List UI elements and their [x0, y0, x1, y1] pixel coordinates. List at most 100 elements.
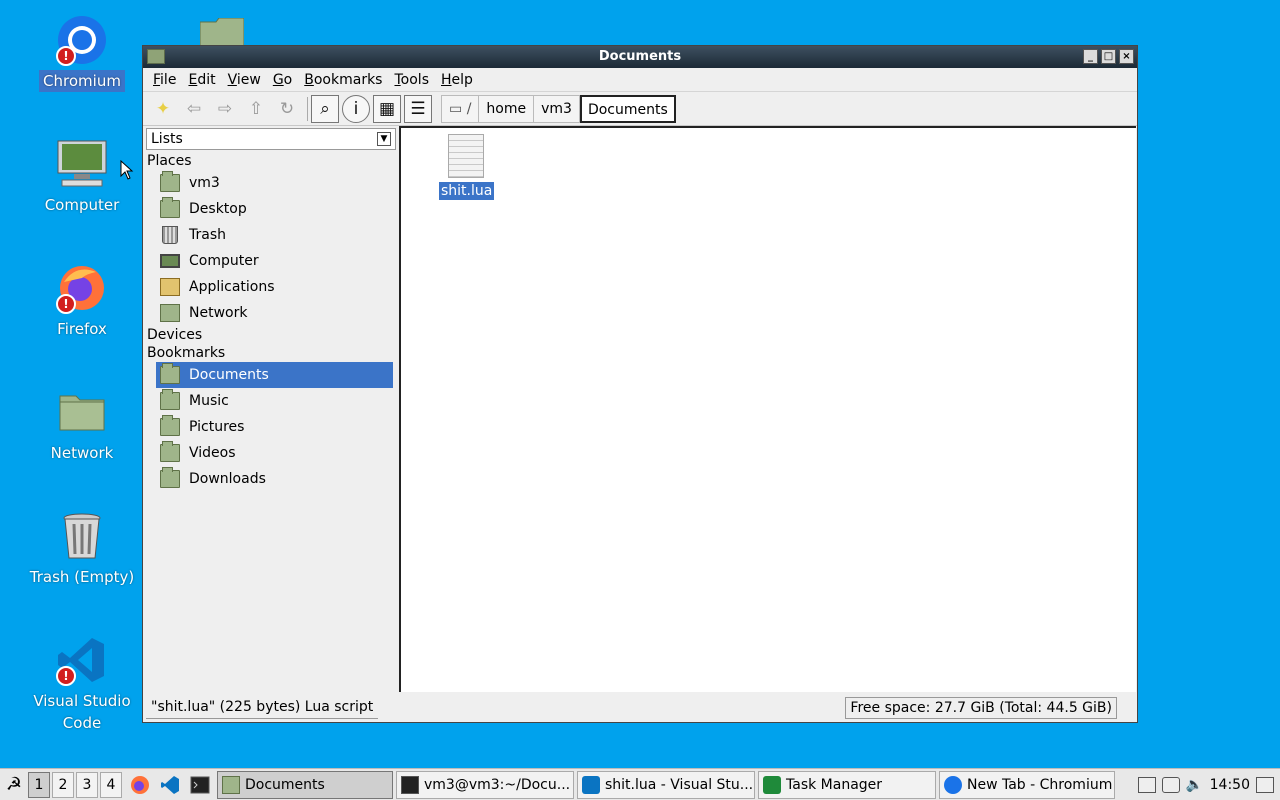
- sidebar-item-downloads[interactable]: Downloads: [143, 466, 393, 492]
- network-folder-icon: [56, 386, 108, 438]
- home-folder-icon: [160, 171, 180, 192]
- task-terminal[interactable]: vm3@vm3:~/Docu...: [396, 770, 574, 799]
- computer-icon: [56, 138, 108, 190]
- menu-file[interactable]: File: [153, 72, 176, 88]
- firefox-icon[interactable]: [126, 771, 154, 799]
- menu-bookmarks[interactable]: Bookmarks: [304, 72, 382, 88]
- icon-view-icon[interactable]: ▦: [373, 94, 401, 123]
- menu-tools[interactable]: Tools: [394, 72, 429, 88]
- minimize-button[interactable]: _: [1083, 49, 1098, 64]
- task-vscode[interactable]: shit.lua - Visual Stu...: [577, 770, 755, 799]
- menu-go[interactable]: Go: [273, 72, 292, 88]
- status-selection-info: "shit.lua" (225 bytes) Lua script: [146, 697, 379, 719]
- file-pane[interactable]: shit.lua: [399, 126, 1136, 692]
- toolbar: ✦ ⇦ ⇨ ⇧ ↻ ⌕ i ▦ ☰ ▭ / home vm3 Documents: [143, 92, 1137, 126]
- task-task-manager[interactable]: Task Manager: [758, 770, 936, 799]
- desktop-icon-label: Chromium: [39, 70, 125, 92]
- list-view-icon[interactable]: ☰: [404, 94, 432, 123]
- computer-icon: [160, 254, 180, 268]
- desktop-icon-firefox[interactable]: ! Firefox: [22, 262, 142, 340]
- folder-icon: [147, 49, 165, 64]
- statusbar: "shit.lua" (225 bytes) Lua script Free s…: [143, 692, 1137, 722]
- menu-view[interactable]: View: [228, 72, 261, 88]
- drive-icon: ▭: [449, 100, 463, 117]
- breadcrumb-home[interactable]: home: [479, 94, 535, 123]
- places-heading: Places: [147, 153, 192, 169]
- terminal-icon: [401, 775, 419, 794]
- workspace-3-button[interactable]: 3: [76, 771, 98, 798]
- home-folder-desktop-icon[interactable]: [199, 17, 245, 47]
- sidebar-item-desktop[interactable]: Desktop: [143, 196, 393, 222]
- sidebar-item-videos[interactable]: Videos: [143, 440, 393, 466]
- menu-help[interactable]: Help: [441, 72, 473, 88]
- sidebar-item-documents[interactable]: Documents: [156, 362, 393, 388]
- sidebar-item-pictures[interactable]: Pictures: [143, 414, 393, 440]
- desktop-icon-label: Firefox: [57, 320, 107, 338]
- vscode-icon: !: [56, 634, 108, 686]
- keyboard-layout-icon[interactable]: [1137, 776, 1156, 793]
- devices-heading: Devices: [147, 327, 203, 343]
- breadcrumb-root[interactable]: ▭ /: [441, 94, 480, 123]
- drive-icon[interactable]: [1161, 776, 1180, 793]
- sidebar-mode-select[interactable]: Lists ▼: [146, 128, 396, 150]
- logout-icon[interactable]: [1256, 776, 1274, 793]
- sidebar: Lists ▼ Places vm3 Desktop Trash Compute…: [143, 126, 399, 692]
- terminal-icon[interactable]: [186, 771, 214, 799]
- chevron-down-icon: ▼: [377, 132, 391, 146]
- desktop-icon-trash[interactable]: Trash (Empty): [22, 510, 142, 588]
- desktop-icon-label: Computer: [44, 196, 120, 214]
- file-manager-window: Documents _ □ × File Edit View Go Bookma…: [142, 45, 1138, 723]
- reload-icon[interactable]: ↻: [273, 95, 301, 123]
- downloads-folder-icon: [160, 467, 180, 488]
- window-title: Documents: [598, 49, 682, 64]
- network-icon: [160, 304, 180, 322]
- workspace-4-button[interactable]: 4: [100, 771, 122, 798]
- vscode-icon[interactable]: [156, 771, 184, 799]
- applications-icon: [160, 278, 180, 296]
- workspace-1-button[interactable]: 1: [28, 771, 50, 798]
- maximize-button[interactable]: □: [1101, 49, 1116, 64]
- pictures-folder-icon: [160, 415, 180, 436]
- window-titlebar[interactable]: Documents _ □ ×: [143, 46, 1137, 68]
- start-menu-icon[interactable]: ☭: [0, 774, 28, 795]
- videos-folder-icon: [160, 441, 180, 462]
- desktop-icon-vscode[interactable]: ! Visual Studio Code: [22, 634, 142, 734]
- desktop-icon-network[interactable]: Network: [22, 386, 142, 464]
- documents-folder-icon: [160, 363, 180, 384]
- back-icon[interactable]: ⇦: [180, 95, 208, 123]
- toolbar-separator: [307, 96, 308, 121]
- sidebar-item-vm3[interactable]: vm3: [143, 170, 393, 196]
- trash-icon: [162, 226, 178, 244]
- file-name: shit.lua: [439, 182, 495, 200]
- sidebar-item-music[interactable]: Music: [143, 388, 393, 414]
- music-folder-icon: [160, 389, 180, 410]
- find-icon[interactable]: ⌕: [311, 94, 339, 123]
- new-folder-icon[interactable]: ✦: [149, 95, 177, 123]
- sidebar-item-computer[interactable]: Computer: [143, 248, 393, 274]
- info-icon[interactable]: i: [342, 94, 370, 123]
- sidebar-item-applications[interactable]: Applications: [143, 274, 393, 300]
- workspace-2-button[interactable]: 2: [52, 771, 74, 798]
- forward-icon[interactable]: ⇨: [211, 95, 239, 123]
- breadcrumb-vm3[interactable]: vm3: [534, 94, 580, 123]
- task-chromium[interactable]: New Tab - Chromium: [939, 770, 1115, 799]
- vscode-icon: [582, 775, 600, 794]
- sidebar-item-network[interactable]: Network: [143, 300, 393, 326]
- clock[interactable]: 14:50: [1210, 777, 1250, 793]
- desktop-icon-chromium[interactable]: ! Chromium: [22, 14, 142, 92]
- firefox-icon: !: [56, 262, 108, 314]
- volume-icon[interactable]: 🔈: [1186, 777, 1204, 793]
- file-item[interactable]: shit.lua: [439, 134, 495, 200]
- sidebar-item-trash[interactable]: Trash: [143, 222, 393, 248]
- taskbar: ☭ 1 2 3 4 Documents vm3@vm3:~/Docu... sh…: [0, 768, 1280, 800]
- menu-edit[interactable]: Edit: [188, 72, 215, 88]
- breadcrumb-documents[interactable]: Documents: [579, 94, 676, 123]
- desktop-icon-label: Network: [50, 444, 114, 462]
- close-button[interactable]: ×: [1119, 49, 1134, 64]
- breadcrumb: ▭ / home vm3 Documents: [441, 94, 676, 123]
- up-icon[interactable]: ⇧: [242, 95, 270, 123]
- system-tray: 🔈 14:50: [1137, 776, 1280, 793]
- menubar: File Edit View Go Bookmarks Tools Help: [143, 68, 1137, 92]
- task-documents[interactable]: Documents: [217, 770, 393, 799]
- desktop-folder-icon: [160, 197, 180, 218]
